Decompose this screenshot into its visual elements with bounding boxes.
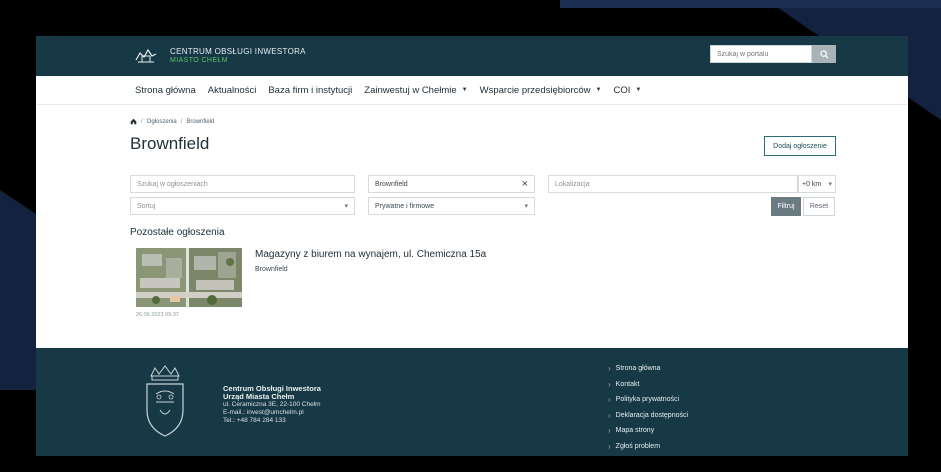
nav-item-label: Baza firm i instytucji [268,84,353,96]
chevron-right-icon: › [608,426,611,436]
listing-search-input[interactable]: Szukaj w ogłoszeniach [130,175,355,193]
listing-title[interactable]: Magazyny z biurem na wynajem, ul. Chemic… [255,249,486,260]
filter-button[interactable]: Filtruj [771,197,801,216]
footer-link-label: Polityka prywatności [615,396,680,404]
logo-icon[interactable] [134,47,158,65]
nav-item-0[interactable]: Strona główna [135,85,196,96]
browser-screen: CENTRUM OBSŁUGI INWESTORA MIASTO CHEŁM S… [36,36,908,456]
footer-link-0[interactable]: › Strona główna [608,361,688,377]
footer-link-label: Deklaracja dostępności [615,411,689,419]
footer-org-sub: Urząd Miasta Chełm [223,392,295,401]
footer-link-3[interactable]: › Deklaracja dostępności [608,408,688,424]
listing-search-placeholder: Szukaj w ogłoszeniach [137,180,208,188]
nav-item-label: Wsparcie przedsiębiorców [479,84,591,96]
footer-link-5[interactable]: › Zgłoś problem [608,439,688,455]
nav-item-1[interactable]: Aktualności [208,85,257,96]
portal-search [710,45,836,63]
nav-item-label: Strona główna [135,84,196,96]
radius-value: +0 km [802,180,822,188]
listings-section-title: Pozostałe ogłoszenia [130,227,225,238]
sort-placeholder: Sortuj [137,202,156,210]
footer-phone: Tel.: +48 784 284 133 [223,417,286,424]
chevron-right-icon: › [608,379,611,389]
footer-link-label: Zgłoś problem [615,442,661,450]
page-title: Brownfield [130,134,210,153]
footer-link-label: Strona główna [615,365,661,373]
caret-down-icon: ▼ [595,87,602,93]
chevron-down-icon: ▾ [524,203,528,210]
reset-button[interactable]: Reset [803,197,835,216]
breadcrumb-separator: / [180,118,183,125]
brand-title: CENTRUM OBSŁUGI INWESTORA [170,47,306,56]
sort-select[interactable]: Sortuj ▾ [130,197,355,215]
footer-link-1[interactable]: › Kontakt [608,377,688,393]
nav-item-label: Aktualności [207,84,257,96]
category-value: Brownfield [375,180,408,188]
portal-search-button[interactable] [812,45,836,63]
home-icon[interactable] [130,118,137,125]
nav-item-label: Zainwestuj w Chełmie [364,84,457,96]
footer-links: › Strona główna › Kontakt › Polityka prywatno… [608,361,688,454]
caret-down-icon: ▼ [635,87,642,93]
chevron-right-icon: › [608,395,611,405]
breadcrumb: / Ogłoszenia / Brownfield [130,118,214,125]
listing-category-tag: Brownfield [255,266,288,273]
category-select[interactable]: Brownfield × [368,175,535,193]
chevron-right-icon: › [608,364,611,374]
add-listing-button[interactable]: Dodaj ogłoszenie [764,136,836,156]
portal-search-input[interactable] [710,45,812,63]
breadcrumb-separator: / [141,118,143,125]
city-crest-icon [142,364,188,438]
nav-item-4[interactable]: Wsparcie przedsiębiorców ▼ [480,85,602,96]
radius-select[interactable]: +0 km ▾ [798,175,836,193]
chevron-down-icon: ▾ [828,181,832,188]
main-nav: Strona główna Aktualności Baza firm i inst… [36,76,908,105]
chevron-down-icon: ▾ [344,203,348,210]
chevron-right-icon: › [608,441,611,451]
brand[interactable]: CENTRUM OBSŁUGI INWESTORA MIASTO CHEŁM [170,47,306,65]
listing-type-select[interactable]: Prywatne i firmowe ▾ [368,197,535,215]
location-input[interactable]: Lokalizacja [548,175,798,193]
nav-item-5[interactable]: COI ▼ [613,85,641,96]
listing-type-value: Prywatne i firmowe [375,202,435,210]
footer-link-label: Mapa strony [615,427,655,435]
search-icon [819,49,829,59]
footer-address: ul. Ceramiczna 3E, 22-100 Chełm [223,401,321,408]
footer-link-2[interactable]: › Polityka prywatności [608,392,688,408]
location-placeholder: Lokalizacja [555,180,590,188]
background-shape-top-strip [560,0,941,8]
site-footer: Centrum Obsługi Inwestora Urząd Miasta C… [36,348,908,456]
chevron-right-icon: › [608,410,611,420]
site-header: CENTRUM OBSŁUGI INWESTORA MIASTO CHEŁM [36,36,908,76]
nav-item-2[interactable]: Baza firm i instytucji [268,85,352,96]
brand-subtitle: MIASTO CHEŁM [170,57,228,64]
breadcrumb-item-ogloszenia[interactable]: Ogłoszenia [147,119,177,125]
footer-organization: Centrum Obsługi Inwestora Urząd Miasta C… [223,385,321,425]
listing-thumbnail[interactable] [136,248,242,307]
nav-item-3[interactable]: Zainwestuj w Chełmie ▼ [364,85,467,96]
footer-link-label: Kontakt [615,380,640,388]
footer-link-4[interactable]: › Mapa strony [608,423,688,439]
clear-icon[interactable]: × [522,179,528,190]
caret-down-icon: ▼ [461,87,468,93]
listing-date: 26.06.2023 09:37 [136,312,179,318]
footer-email[interactable]: E-mail.: invest@umchelm.pl [223,409,321,417]
nav-item-label: COI [613,84,631,96]
breadcrumb-item-current: Brownfield [186,118,215,125]
